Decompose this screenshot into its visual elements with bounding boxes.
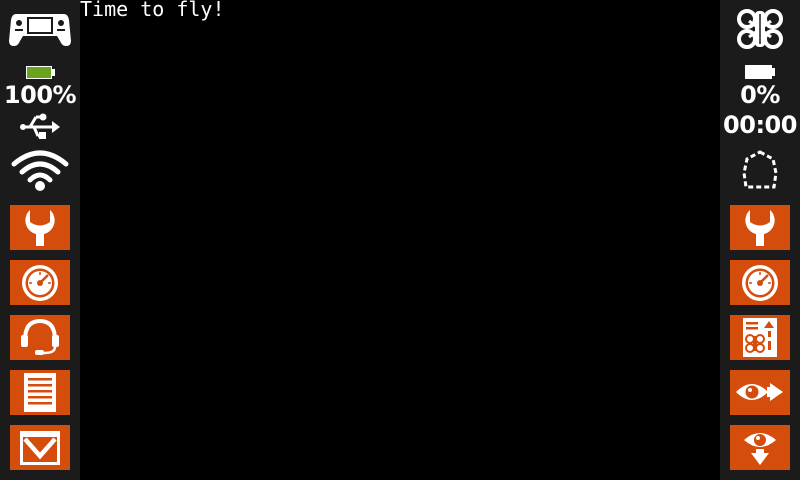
drone-calibration-button[interactable] — [730, 260, 790, 305]
log-panel: Time to fly! — [80, 0, 720, 480]
right-sidebar: 0% 00:00 — [720, 0, 800, 480]
email-icon — [20, 431, 60, 465]
eye-down-icon — [744, 433, 776, 465]
drone-battery-percent: 0% — [740, 81, 780, 109]
camera-forward-button[interactable] — [730, 370, 790, 415]
log-document-icon — [24, 373, 56, 412]
flight-time: 00:00 — [723, 111, 797, 139]
left-sidebar: 100% — [0, 0, 80, 480]
drone-icon — [735, 8, 785, 54]
flight-log-button[interactable] — [730, 315, 790, 360]
gamepad-icon — [8, 8, 72, 54]
flight-log-icon — [743, 318, 777, 357]
gauge-icon — [22, 265, 58, 301]
support-button[interactable] — [10, 315, 70, 360]
radio-battery-percent: 100% — [3, 81, 77, 109]
console-log-button[interactable] — [10, 370, 70, 415]
wrench-icon — [745, 210, 775, 246]
radio-calibration-button[interactable] — [10, 260, 70, 305]
headset-icon — [21, 318, 59, 355]
camera-down-button[interactable] — [730, 425, 790, 470]
radio-setup-button[interactable] — [10, 205, 70, 250]
wrench-icon — [25, 210, 55, 246]
drone-setup-button[interactable] — [730, 205, 790, 250]
messages-button[interactable] — [10, 425, 70, 470]
gauge-icon — [742, 265, 778, 301]
usb-icon — [19, 112, 61, 146]
eye-forward-icon — [736, 383, 783, 401]
geofence-icon — [740, 149, 780, 195]
log-text: Time to fly! — [80, 0, 225, 21]
wifi-icon — [11, 150, 69, 196]
